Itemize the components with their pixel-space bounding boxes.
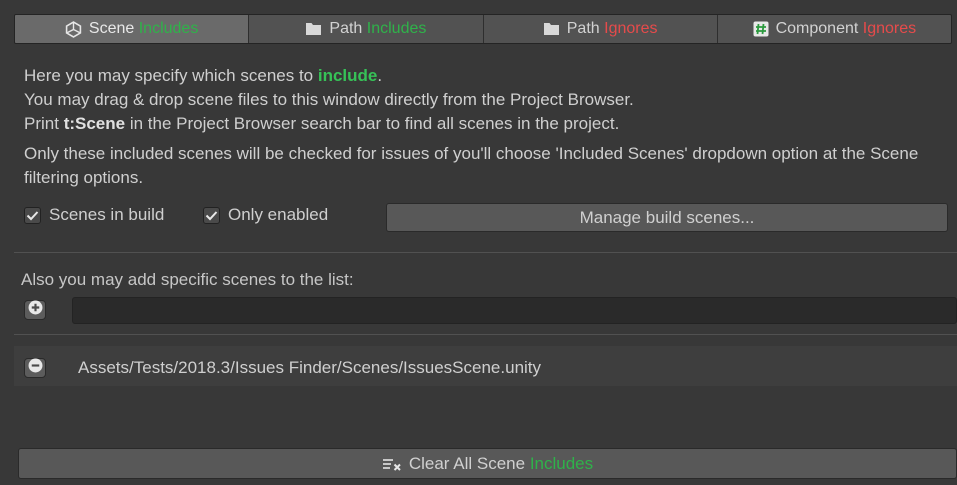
remove-scene-button[interactable] xyxy=(24,358,46,378)
checkbox-checked-icon[interactable] xyxy=(203,206,220,224)
scenes-in-build-toggle[interactable]: Scenes in build xyxy=(24,205,164,225)
tab-suffix: Ignores xyxy=(862,20,917,37)
divider xyxy=(14,252,957,253)
hash-icon xyxy=(753,21,769,37)
toggle-label: Only enabled xyxy=(228,205,329,224)
unity-scene-icon xyxy=(65,20,82,38)
clear-button-highlight: Includes xyxy=(529,453,594,473)
scene-includes-window: Scene Includes Path Includes Path Ignore… xyxy=(0,0,957,485)
tab-label: Path xyxy=(566,20,600,37)
help-line-1: Here you may specify which scenes to inc… xyxy=(24,64,949,88)
tab-scene-includes[interactable]: Scene Includes xyxy=(15,15,250,43)
clear-all-scene-includes-button[interactable]: Clear All Scene Includes xyxy=(18,448,957,479)
scene-list-item: Assets/Tests/2018.3/Issues Finder/Scenes… xyxy=(78,358,542,377)
help-text-segment: . xyxy=(377,66,383,85)
tab-label: Component xyxy=(775,20,859,37)
help-text-segment: Here you may specify which scenes to xyxy=(24,66,318,85)
tab-suffix: Includes xyxy=(138,20,199,37)
help-note: Only these included scenes will be check… xyxy=(24,144,919,187)
clear-list-icon xyxy=(382,457,402,471)
manage-build-scenes-button[interactable]: Manage build scenes... xyxy=(386,203,948,232)
tab-suffix: Ignores xyxy=(604,20,658,37)
tab-path-ignores[interactable]: Path Ignores xyxy=(483,15,718,43)
checkbox-checked-icon[interactable] xyxy=(24,206,41,224)
tab-path-includes[interactable]: Path Includes xyxy=(249,15,484,43)
help-bold: t:Scene xyxy=(63,114,126,133)
toggle-label: Scenes in build xyxy=(49,205,165,224)
add-scenes-label: Also you may add specific scenes to the … xyxy=(21,270,354,289)
tab-label: Path xyxy=(329,20,363,37)
scene-path-input[interactable] xyxy=(72,297,957,324)
only-enabled-toggle[interactable]: Only enabled xyxy=(203,205,328,225)
tab-suffix: Includes xyxy=(366,20,427,37)
plus-circle-icon xyxy=(28,300,43,320)
help-text-segment: Print xyxy=(24,114,64,133)
clear-button-label: Clear All Scene xyxy=(408,453,526,473)
filter-tabs: Scene Includes Path Includes Path Ignore… xyxy=(14,14,952,44)
divider xyxy=(14,334,957,335)
help-highlight: include xyxy=(317,66,378,85)
folder-icon xyxy=(305,22,322,36)
tab-label: Scene xyxy=(88,20,135,37)
tab-component-ignores[interactable]: Component Ignores xyxy=(717,15,951,43)
help-text-segment: in the Project Browser search bar to fin… xyxy=(125,114,620,133)
minus-circle-icon xyxy=(28,358,43,378)
add-scene-button[interactable] xyxy=(24,300,46,320)
folder-icon xyxy=(543,22,560,36)
help-line-2: You may drag & drop scene files to this … xyxy=(24,90,634,109)
help-line-3: Print t:Scene in the Project Browser sea… xyxy=(24,112,949,136)
help-text: Here you may specify which scenes to inc… xyxy=(24,64,949,136)
